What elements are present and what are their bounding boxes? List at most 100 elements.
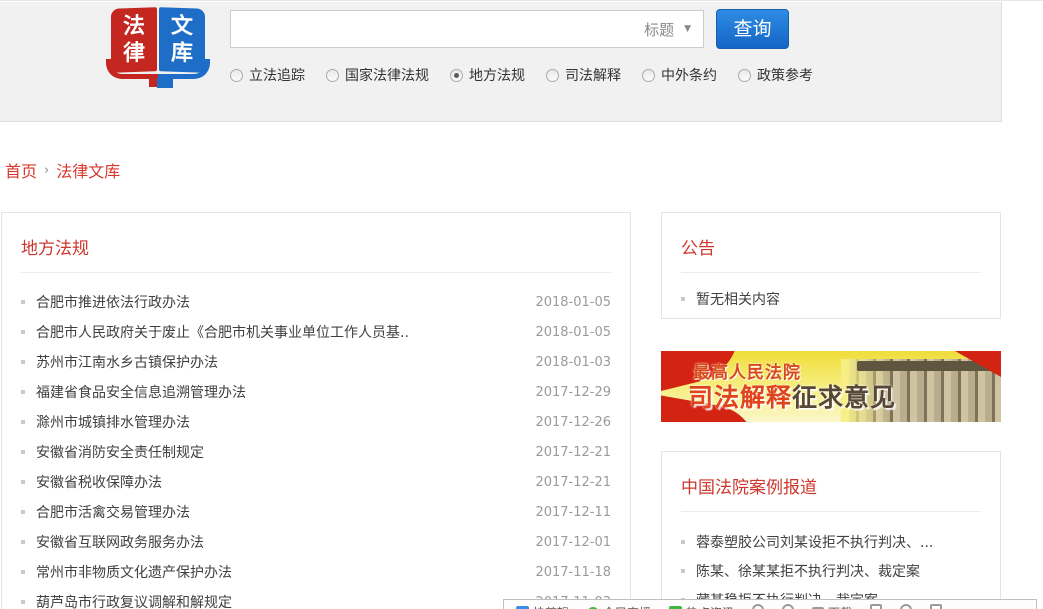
category-radio-row: 立法追踪 国家法律法规 地方法规 司法解释 中外条约 政策参考 bbox=[230, 66, 834, 84]
toolbar-item-label: 全民直播 bbox=[603, 604, 651, 609]
local-regulations-panel: 地方法规 合肥市推进依法行政办法2018-01-05合肥市人民政府关于废止《合肥… bbox=[1, 212, 631, 609]
radio-国家法律法规[interactable]: 国家法律法规 bbox=[326, 65, 429, 85]
radio-立法追踪[interactable]: 立法追踪 bbox=[230, 65, 305, 85]
law-item-date: 2017-11-18 bbox=[535, 565, 611, 580]
radio-label: 司法解释 bbox=[565, 65, 621, 85]
toolbar-item-share-icon[interactable] bbox=[782, 604, 794, 609]
red-corner bbox=[955, 351, 1001, 377]
law-item-row: 合肥市推进依法行政办法 2018-01-05 bbox=[21, 287, 611, 317]
law-item-date: 2017-12-11 bbox=[535, 505, 611, 520]
screenshot-icon bbox=[870, 604, 882, 609]
toolbar-item-quick-clip-icon[interactable]: 快剪辑 bbox=[516, 604, 569, 609]
breadcrumb: 首页 › 法律文库 bbox=[5, 158, 120, 182]
court-cases-panel: 中国法院案例报道 蓉泰塑胶公司刘某设拒不执行判决、... 陈某、徐某某拒不执行判决… bbox=[661, 451, 1001, 609]
law-item-link[interactable]: 合肥市推进依法行政办法 bbox=[36, 292, 523, 312]
case-item-link[interactable]: 陈某、徐某某拒不执行判决、裁定案 bbox=[696, 561, 920, 581]
radio-circle-icon[interactable] bbox=[546, 69, 559, 82]
share-icon bbox=[782, 604, 794, 609]
list-icon bbox=[930, 604, 942, 609]
law-item-date: 2017-12-21 bbox=[535, 475, 611, 490]
toolbar-item-live-stream-icon[interactable]: 全民直播 bbox=[587, 604, 651, 609]
bullet-icon bbox=[21, 570, 25, 574]
bullet-icon bbox=[681, 540, 685, 544]
radio-circle-icon[interactable] bbox=[642, 69, 655, 82]
bullet-icon bbox=[21, 450, 25, 454]
law-item-row: 安徽省税收保障办法 2017-12-21 bbox=[21, 467, 611, 497]
law-item-date: 2017-12-29 bbox=[535, 385, 611, 400]
banner-line2-red: 司法解释 bbox=[688, 383, 792, 412]
toolbar-item-list-icon[interactable] bbox=[930, 604, 942, 609]
law-item-link[interactable]: 安徽省消防安全责任制规定 bbox=[36, 442, 523, 462]
radio-中外条约[interactable]: 中外条约 bbox=[642, 65, 717, 85]
law-item-link[interactable]: 常州市非物质文化遗产保护办法 bbox=[36, 562, 523, 582]
search-field-selector[interactable]: 标题 ▼ bbox=[644, 11, 691, 47]
bullet-icon bbox=[21, 480, 25, 484]
search-field-value: 标题 bbox=[644, 19, 674, 40]
toolbar-item-label: 热点资讯 bbox=[686, 604, 734, 609]
book-spine-red bbox=[149, 78, 157, 87]
law-list: 合肥市推进依法行政办法2018-01-05合肥市人民政府关于废止《合肥市机关事业… bbox=[2, 273, 630, 609]
cases-list: 蓉泰塑胶公司刘某设拒不执行判决、...陈某、徐某某拒不执行判决、裁定案藏某稳拒不… bbox=[662, 512, 1000, 609]
bullet-icon bbox=[21, 600, 25, 604]
law-item-link[interactable]: 安徽省税收保障办法 bbox=[36, 472, 523, 492]
law-item-link[interactable]: 滁州市城镇排水管理办法 bbox=[36, 412, 523, 432]
law-item-date: 2018-01-05 bbox=[535, 295, 611, 310]
search-input[interactable] bbox=[231, 11, 601, 47]
toolbar-item-refresh-icon[interactable] bbox=[900, 604, 912, 609]
law-item-row: 合肥市活禽交易管理办法 2017-12-11 bbox=[21, 497, 611, 527]
radio-地方法规[interactable]: 地方法规 bbox=[450, 65, 525, 85]
banner-line2: 司法解释征求意见 bbox=[688, 378, 896, 414]
radio-label: 国家法律法规 bbox=[345, 65, 429, 85]
notice-panel: 公告 暂无相关内容 bbox=[661, 212, 1001, 319]
law-item-row: 合肥市人民政府关于废止《合肥市机关事业单位工作人员基.. 2018-01-05 bbox=[21, 317, 611, 347]
law-item-row: 安徽省消防安全责任制规定2017-12-21 bbox=[21, 437, 611, 467]
bullet-icon bbox=[21, 420, 25, 424]
toolbar-item-mute-icon[interactable] bbox=[752, 604, 764, 609]
notice-empty-text: 暂无相关内容 bbox=[696, 289, 780, 309]
bullet-icon bbox=[21, 510, 25, 514]
radio-circle-icon[interactable] bbox=[230, 69, 243, 82]
radio-label: 地方法规 bbox=[469, 65, 525, 85]
case-item-link[interactable]: 蓉泰塑胶公司刘某设拒不执行判决、... bbox=[696, 532, 933, 552]
radio-政策参考[interactable]: 政策参考 bbox=[738, 65, 813, 85]
breadcrumb-home-link[interactable]: 首页 bbox=[5, 158, 37, 182]
case-item-row: 蓉泰塑胶公司刘某设拒不执行判决、... bbox=[681, 527, 981, 556]
toolbar-item-screenshot-icon[interactable] bbox=[870, 604, 882, 609]
law-item-link[interactable]: 苏州市江南水乡古镇保护办法 bbox=[36, 352, 523, 372]
radio-circle-icon[interactable] bbox=[450, 69, 463, 82]
panel-title: 中国法院案例报道 bbox=[662, 452, 1000, 511]
law-item-date: 2017-12-26 bbox=[535, 415, 611, 430]
page: 法律 文库 标题 ▼ 查询 立法追踪国家法律法规地方法规司法解释中外条约政策参考… bbox=[0, 0, 1043, 609]
law-item-link[interactable]: 安徽省互联网政务服务办法 bbox=[36, 532, 523, 552]
bullet-icon bbox=[21, 330, 25, 334]
law-item-row: 福建省食品安全信息追溯管理办法 2017-12-29 bbox=[21, 377, 611, 407]
law-item-link[interactable]: 葫芦岛市行政复议调解和解规定 bbox=[36, 592, 523, 609]
radio-circle-icon[interactable] bbox=[738, 69, 751, 82]
radio-circle-icon[interactable] bbox=[326, 69, 339, 82]
query-button[interactable]: 查询 bbox=[716, 9, 789, 49]
law-item-date: 2017-12-01 bbox=[535, 535, 611, 550]
toolbar-item-hot-news-icon[interactable]: 热点资讯 bbox=[669, 604, 734, 609]
radio-label: 政策参考 bbox=[757, 65, 813, 85]
law-item-link[interactable]: 福建省食品安全信息追溯管理办法 bbox=[36, 382, 523, 402]
panel-title: 地方法规 bbox=[2, 213, 630, 272]
supreme-court-banner[interactable]: 最高人民法院 司法解释征求意见 bbox=[661, 351, 1001, 422]
site-logo[interactable]: 法律 文库 bbox=[108, 8, 208, 88]
case-item-row: 陈某、徐某某拒不执行判决、裁定案 bbox=[681, 556, 981, 585]
refresh-icon bbox=[900, 604, 912, 609]
radio-司法解释[interactable]: 司法解释 bbox=[546, 65, 621, 85]
law-item-row: 滁州市城镇排水管理办法 2017-12-26 bbox=[21, 407, 611, 437]
toolbar-item-label: 下载 bbox=[828, 604, 852, 609]
law-item-link[interactable]: 合肥市活禽交易管理办法 bbox=[36, 502, 523, 522]
bullet-icon bbox=[681, 297, 685, 301]
law-item-date: 2018-01-03 bbox=[535, 355, 611, 370]
law-item-link[interactable]: 合肥市人民政府关于废止《合肥市机关事业单位工作人员基.. bbox=[36, 322, 523, 342]
book-spine-blue bbox=[157, 78, 173, 88]
bullet-icon bbox=[21, 360, 25, 364]
browser-bottom-toolbar: 快剪辑 全民直播 热点资讯 下载 bbox=[503, 599, 1037, 609]
chevron-down-icon: ▼ bbox=[684, 24, 691, 34]
toolbar-item-download-icon[interactable]: 下载 bbox=[812, 604, 852, 609]
law-item-date: 2018-01-05 bbox=[535, 325, 611, 340]
logo-right-page: 文库 bbox=[159, 7, 205, 73]
radio-label: 中外条约 bbox=[661, 65, 717, 85]
